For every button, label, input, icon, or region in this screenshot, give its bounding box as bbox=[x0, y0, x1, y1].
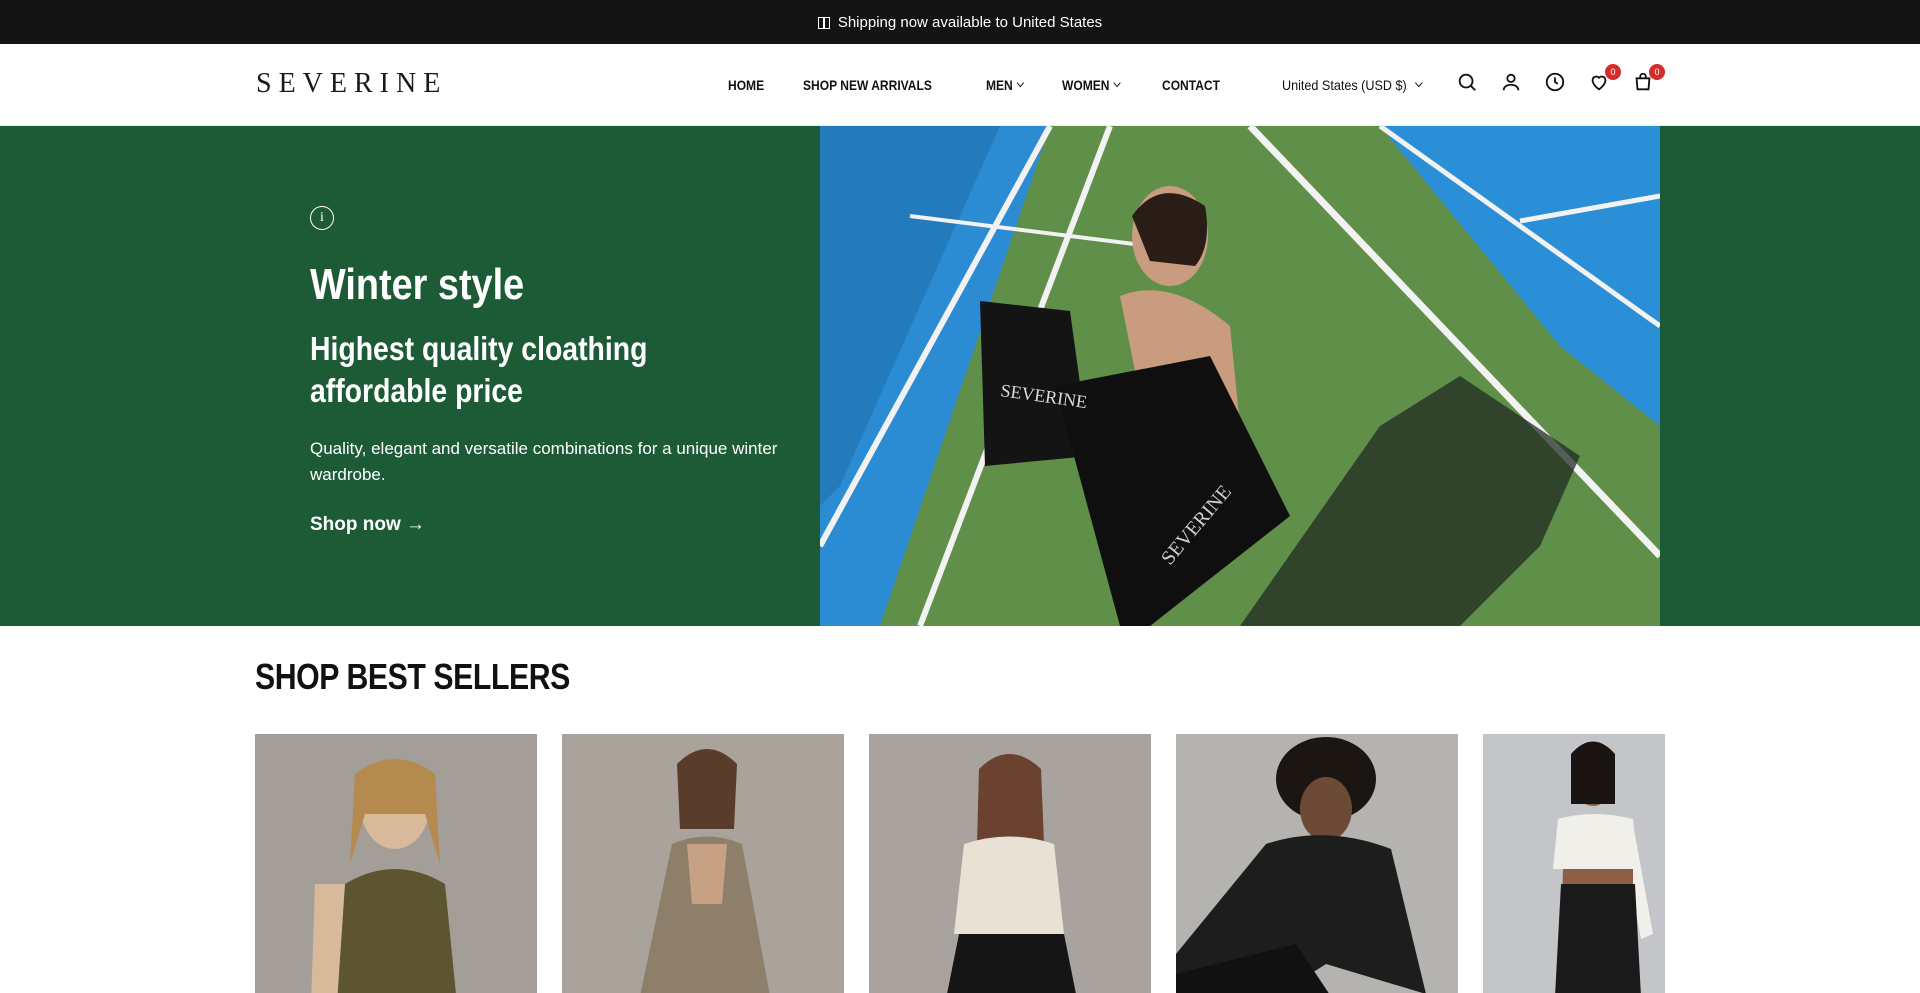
account-icon[interactable] bbox=[1500, 71, 1522, 93]
hero-description: Quality, elegant and versatile combinati… bbox=[310, 439, 778, 484]
search-icon[interactable] bbox=[1456, 71, 1478, 93]
site-header: SEVERINE HOME SHOP NEW ARRIVALS MEN WOME… bbox=[0, 44, 1920, 126]
product-card[interactable] bbox=[1176, 734, 1458, 993]
nav-men-label: MEN bbox=[985, 77, 1013, 93]
product-image bbox=[562, 734, 844, 993]
tennis-court-illustration: SEVERINE SEVERINE bbox=[820, 126, 1660, 626]
nav-shop-new-arrivals-label: SHOP NEW ARRIVALS bbox=[803, 77, 932, 93]
header-icons: 0 0 bbox=[1456, 64, 1676, 93]
announcement-text: Shipping now available to United States bbox=[837, 13, 1103, 31]
cart-count-badge: 0 bbox=[1649, 64, 1665, 80]
currency-selector[interactable]: United States (USD $) bbox=[1282, 44, 1423, 126]
hero-text-block: i Winter style Highest quality cloathing… bbox=[310, 206, 790, 536]
hero-image: SEVERINE SEVERINE bbox=[820, 126, 1660, 626]
wishlist-icon[interactable]: 0 bbox=[1588, 64, 1621, 93]
nav-home[interactable]: HOME bbox=[728, 77, 764, 93]
shop-now-link[interactable]: Shop now → bbox=[310, 514, 790, 536]
nav-contact-label: CONTACT bbox=[1162, 77, 1221, 93]
best-sellers-carousel bbox=[255, 734, 1665, 993]
info-icon[interactable]: i bbox=[310, 206, 334, 230]
announcement-bar: Shipping now available to United States bbox=[0, 0, 1920, 44]
cart-icon[interactable]: 0 bbox=[1632, 64, 1665, 93]
us-flag-icon bbox=[817, 16, 830, 29]
site-logo[interactable]: SEVERINE bbox=[256, 68, 447, 100]
main-nav: HOME SHOP NEW ARRIVALS MEN WOMEN CONTACT bbox=[728, 44, 1263, 126]
nav-contact[interactable]: CONTACT bbox=[1162, 77, 1220, 93]
recently-viewed-icon[interactable] bbox=[1544, 71, 1566, 93]
nav-shop-new-arrivals[interactable]: SHOP NEW ARRIVALS bbox=[803, 77, 932, 93]
chevron-down-icon bbox=[1113, 78, 1121, 88]
hero-banner: i Winter style Highest quality cloathing… bbox=[0, 126, 1920, 626]
product-card[interactable] bbox=[869, 734, 1151, 993]
chevron-down-icon bbox=[1414, 78, 1423, 88]
wishlist-count-badge: 0 bbox=[1605, 64, 1621, 80]
product-image bbox=[255, 734, 537, 993]
product-card[interactable] bbox=[562, 734, 844, 993]
hero-title: Winter style bbox=[310, 260, 525, 309]
product-image bbox=[869, 734, 1151, 993]
nav-women-label: WOMEN bbox=[1062, 77, 1110, 93]
product-image bbox=[1483, 734, 1665, 993]
nav-home-label: HOME bbox=[728, 77, 765, 93]
product-card[interactable] bbox=[255, 734, 537, 993]
nav-women[interactable]: WOMEN bbox=[1062, 77, 1121, 93]
product-image bbox=[1176, 734, 1458, 993]
hero-subtitle: Highest quality cloathing affordable pri… bbox=[310, 330, 648, 409]
product-card[interactable] bbox=[1483, 734, 1665, 993]
best-sellers-title: SHOP BEST SELLERS bbox=[255, 656, 570, 697]
nav-men[interactable]: MEN bbox=[985, 77, 1025, 93]
currency-label: United States (USD $) bbox=[1282, 77, 1407, 93]
chevron-down-icon bbox=[1016, 78, 1025, 88]
